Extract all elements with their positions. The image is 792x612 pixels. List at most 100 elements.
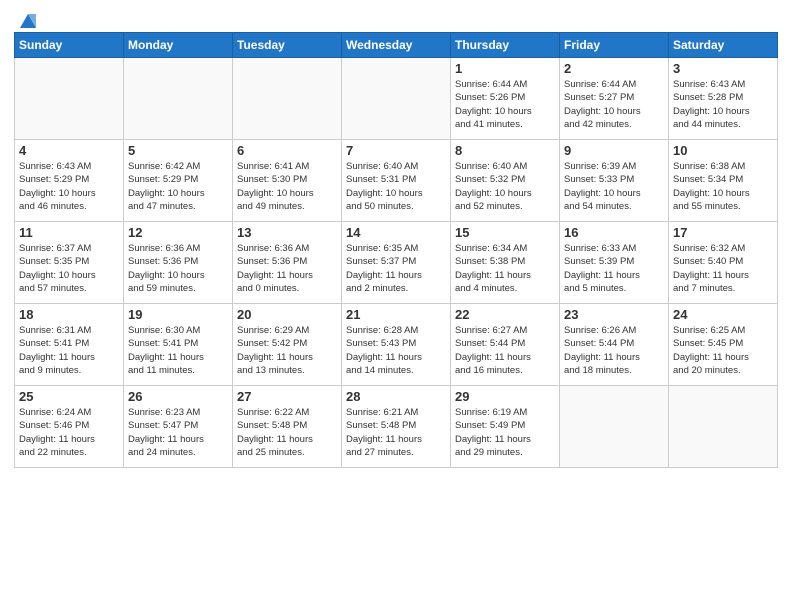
day-number: 15 — [455, 225, 555, 240]
day-number: 5 — [128, 143, 228, 158]
calendar-cell: 28 Sunrise: 6:21 AM Sunset: 5:48 PM Dayli… — [342, 386, 451, 468]
day-info: Sunrise: 6:41 AM Sunset: 5:30 PM Dayligh… — [237, 160, 337, 213]
calendar-header-tuesday: Tuesday — [233, 33, 342, 58]
calendar-cell: 27 Sunrise: 6:22 AM Sunset: 5:48 PM Dayli… — [233, 386, 342, 468]
calendar-header-thursday: Thursday — [451, 33, 560, 58]
day-info: Sunrise: 6:23 AM Sunset: 5:47 PM Dayligh… — [128, 406, 228, 459]
calendar-cell: 23 Sunrise: 6:26 AM Sunset: 5:44 PM Dayli… — [560, 304, 669, 386]
calendar-cell — [669, 386, 778, 468]
calendar-cell: 7 Sunrise: 6:40 AM Sunset: 5:31 PM Daylig… — [342, 140, 451, 222]
day-number: 23 — [564, 307, 664, 322]
day-info: Sunrise: 6:30 AM Sunset: 5:41 PM Dayligh… — [128, 324, 228, 377]
calendar-cell: 1Sunrise: 6:44 AM Sunset: 5:26 PM Daylig… — [451, 58, 560, 140]
calendar-cell — [15, 58, 124, 140]
calendar-cell: 18 Sunrise: 6:31 AM Sunset: 5:41 PM Dayli… — [15, 304, 124, 386]
logo-icon — [16, 10, 40, 34]
calendar-cell: 17Sunrise: 6:32 AM Sunset: 5:40 PM Dayli… — [669, 222, 778, 304]
day-info: Sunrise: 6:36 AM Sunset: 5:36 PM Dayligh… — [237, 242, 337, 295]
day-number: 27 — [237, 389, 337, 404]
day-info: Sunrise: 6:37 AM Sunset: 5:35 PM Dayligh… — [19, 242, 119, 295]
calendar-cell: 14Sunrise: 6:35 AM Sunset: 5:37 PM Dayli… — [342, 222, 451, 304]
calendar-cell — [124, 58, 233, 140]
day-number: 28 — [346, 389, 446, 404]
day-info: Sunrise: 6:24 AM Sunset: 5:46 PM Dayligh… — [19, 406, 119, 459]
day-info: Sunrise: 6:33 AM Sunset: 5:39 PM Dayligh… — [564, 242, 664, 295]
calendar-cell: 24Sunrise: 6:25 AM Sunset: 5:45 PM Dayli… — [669, 304, 778, 386]
calendar-header-friday: Friday — [560, 33, 669, 58]
day-info: Sunrise: 6:22 AM Sunset: 5:48 PM Dayligh… — [237, 406, 337, 459]
day-number: 20 — [237, 307, 337, 322]
calendar-cell: 9 Sunrise: 6:39 AM Sunset: 5:33 PM Daylig… — [560, 140, 669, 222]
calendar-week-row: 25 Sunrise: 6:24 AM Sunset: 5:46 PM Dayli… — [15, 386, 778, 468]
calendar-cell: 15 Sunrise: 6:34 AM Sunset: 5:38 PM Dayli… — [451, 222, 560, 304]
day-info: Sunrise: 6:39 AM Sunset: 5:33 PM Dayligh… — [564, 160, 664, 213]
logo — [14, 10, 40, 28]
day-info: Sunrise: 6:42 AM Sunset: 5:29 PM Dayligh… — [128, 160, 228, 213]
day-info: Sunrise: 6:38 AM Sunset: 5:34 PM Dayligh… — [673, 160, 773, 213]
day-number: 10 — [673, 143, 773, 158]
day-number: 21 — [346, 307, 446, 322]
calendar-cell: 22 Sunrise: 6:27 AM Sunset: 5:44 PM Dayli… — [451, 304, 560, 386]
day-info: Sunrise: 6:28 AM Sunset: 5:43 PM Dayligh… — [346, 324, 446, 377]
calendar-cell — [342, 58, 451, 140]
day-info: Sunrise: 6:34 AM Sunset: 5:38 PM Dayligh… — [455, 242, 555, 295]
day-info: Sunrise: 6:32 AM Sunset: 5:40 PM Dayligh… — [673, 242, 773, 295]
day-number: 19 — [128, 307, 228, 322]
calendar-cell — [560, 386, 669, 468]
day-number: 9 — [564, 143, 664, 158]
day-number: 25 — [19, 389, 119, 404]
day-info: Sunrise: 6:27 AM Sunset: 5:44 PM Dayligh… — [455, 324, 555, 377]
calendar-cell: 12Sunrise: 6:36 AM Sunset: 5:36 PM Dayli… — [124, 222, 233, 304]
day-info: Sunrise: 6:19 AM Sunset: 5:49 PM Dayligh… — [455, 406, 555, 459]
day-number: 13 — [237, 225, 337, 240]
calendar-cell: 21 Sunrise: 6:28 AM Sunset: 5:43 PM Dayli… — [342, 304, 451, 386]
day-number: 4 — [19, 143, 119, 158]
day-info: Sunrise: 6:25 AM Sunset: 5:45 PM Dayligh… — [673, 324, 773, 377]
day-info: Sunrise: 6:35 AM Sunset: 5:37 PM Dayligh… — [346, 242, 446, 295]
day-number: 16 — [564, 225, 664, 240]
calendar-header-saturday: Saturday — [669, 33, 778, 58]
day-number: 18 — [19, 307, 119, 322]
calendar-cell: 8 Sunrise: 6:40 AM Sunset: 5:32 PM Daylig… — [451, 140, 560, 222]
page-container: SundayMondayTuesdayWednesdayThursdayFrid… — [0, 0, 792, 474]
day-number: 6 — [237, 143, 337, 158]
calendar-cell: 6 Sunrise: 6:41 AM Sunset: 5:30 PM Daylig… — [233, 140, 342, 222]
calendar-cell: 19 Sunrise: 6:30 AM Sunset: 5:41 PM Dayli… — [124, 304, 233, 386]
day-info: Sunrise: 6:21 AM Sunset: 5:48 PM Dayligh… — [346, 406, 446, 459]
day-number: 1 — [455, 61, 555, 76]
calendar-week-row: 1Sunrise: 6:44 AM Sunset: 5:26 PM Daylig… — [15, 58, 778, 140]
calendar-cell: 10 Sunrise: 6:38 AM Sunset: 5:34 PM Dayli… — [669, 140, 778, 222]
calendar-table: SundayMondayTuesdayWednesdayThursdayFrid… — [14, 32, 778, 468]
calendar-header-sunday: Sunday — [15, 33, 124, 58]
day-number: 29 — [455, 389, 555, 404]
calendar-week-row: 11 Sunrise: 6:37 AM Sunset: 5:35 PM Dayli… — [15, 222, 778, 304]
day-number: 3 — [673, 61, 773, 76]
day-info: Sunrise: 6:29 AM Sunset: 5:42 PM Dayligh… — [237, 324, 337, 377]
day-info: Sunrise: 6:44 AM Sunset: 5:27 PM Dayligh… — [564, 78, 664, 131]
calendar-cell: 3 Sunrise: 6:43 AM Sunset: 5:28 PM Daylig… — [669, 58, 778, 140]
calendar-cell: 26 Sunrise: 6:23 AM Sunset: 5:47 PM Dayli… — [124, 386, 233, 468]
day-info: Sunrise: 6:26 AM Sunset: 5:44 PM Dayligh… — [564, 324, 664, 377]
calendar-cell: 20 Sunrise: 6:29 AM Sunset: 5:42 PM Dayli… — [233, 304, 342, 386]
day-number: 2 — [564, 61, 664, 76]
day-info: Sunrise: 6:40 AM Sunset: 5:32 PM Dayligh… — [455, 160, 555, 213]
day-number: 11 — [19, 225, 119, 240]
calendar-cell: 13 Sunrise: 6:36 AM Sunset: 5:36 PM Dayli… — [233, 222, 342, 304]
day-info: Sunrise: 6:40 AM Sunset: 5:31 PM Dayligh… — [346, 160, 446, 213]
day-info: Sunrise: 6:43 AM Sunset: 5:28 PM Dayligh… — [673, 78, 773, 131]
day-number: 8 — [455, 143, 555, 158]
day-number: 22 — [455, 307, 555, 322]
calendar-cell: 11 Sunrise: 6:37 AM Sunset: 5:35 PM Dayli… — [15, 222, 124, 304]
calendar-cell: 29 Sunrise: 6:19 AM Sunset: 5:49 PM Dayli… — [451, 386, 560, 468]
page-header — [14, 10, 778, 28]
calendar-cell: 2 Sunrise: 6:44 AM Sunset: 5:27 PM Daylig… — [560, 58, 669, 140]
calendar-week-row: 18 Sunrise: 6:31 AM Sunset: 5:41 PM Dayli… — [15, 304, 778, 386]
calendar-header-wednesday: Wednesday — [342, 33, 451, 58]
day-info: Sunrise: 6:43 AM Sunset: 5:29 PM Dayligh… — [19, 160, 119, 213]
calendar-header-monday: Monday — [124, 33, 233, 58]
day-info: Sunrise: 6:31 AM Sunset: 5:41 PM Dayligh… — [19, 324, 119, 377]
calendar-header-row: SundayMondayTuesdayWednesdayThursdayFrid… — [15, 33, 778, 58]
day-number: 7 — [346, 143, 446, 158]
day-number: 12 — [128, 225, 228, 240]
day-number: 26 — [128, 389, 228, 404]
